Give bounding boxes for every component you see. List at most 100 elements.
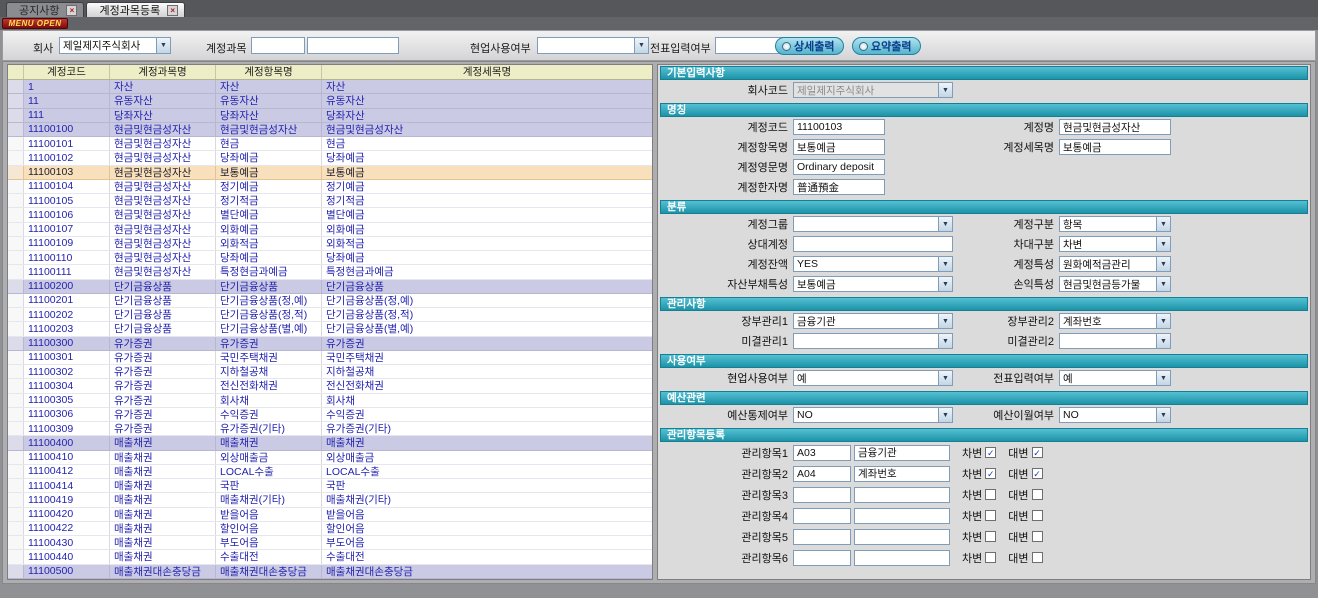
- mgmt-item-name-input[interactable]: [854, 487, 950, 503]
- debit-checkbox[interactable]: [985, 489, 996, 500]
- credit-checkbox[interactable]: ✓: [1032, 468, 1043, 479]
- mgmt-item-name-input[interactable]: [854, 466, 950, 482]
- table-row[interactable]: 11100101현금및현금성자산현금현금: [8, 137, 652, 151]
- table-row[interactable]: 1자산자산자산: [8, 80, 652, 94]
- mgmt-item-code-input[interactable]: [793, 508, 851, 524]
- table-row[interactable]: 11100107현금및현금성자산외화예금외화예금: [8, 223, 652, 237]
- slipinput-select[interactable]: 예▼: [1059, 370, 1171, 386]
- debit-checkbox[interactable]: [985, 531, 996, 542]
- table-row[interactable]: 11100305유가증권회사채회사채: [8, 394, 652, 408]
- trait-select[interactable]: 원화예적금관리▼: [1059, 256, 1171, 272]
- mgmt-item-name-input[interactable]: [854, 550, 950, 566]
- mgmt-item-code-input[interactable]: [793, 466, 851, 482]
- table-row[interactable]: 11100201단기금융상품단기금융상품(정,예)단기금융상품(정,예): [8, 294, 652, 308]
- contra-account-field[interactable]: [793, 236, 953, 252]
- table-row[interactable]: 11100100현금및현금성자산현금및현금성자산현금및현금성자산: [8, 123, 652, 137]
- credit-checkbox[interactable]: ✓: [1032, 447, 1043, 458]
- table-row[interactable]: 11100410매출채권외상매출금외상매출금: [8, 451, 652, 465]
- table-row[interactable]: 11100306유가증권수익증권수익증권: [8, 408, 652, 422]
- table-row[interactable]: 11100110현금및현금성자산당좌예금당좌예금: [8, 251, 652, 265]
- account-detail-field[interactable]: [1059, 139, 1171, 155]
- tab-account-registration[interactable]: 계정과목등록 ×: [86, 2, 185, 17]
- field-use-select[interactable]: ▼: [537, 37, 649, 54]
- mgmt-item-code-input[interactable]: [793, 550, 851, 566]
- mgmt-item-row: 관리항목5차변대변: [660, 526, 1308, 547]
- table-row[interactable]: 11100202단기금융상품단기금융상품(정,적)단기금융상품(정,적): [8, 308, 652, 322]
- table-row[interactable]: 11100500매출채권대손충당금매출채권대손충당금매출채권대손충당금: [8, 565, 652, 579]
- budget-control-select[interactable]: NO▼: [793, 407, 953, 423]
- row-selector: [8, 308, 24, 321]
- mgmt-item-name-input[interactable]: [854, 529, 950, 545]
- mgmt-item-code-input[interactable]: [793, 487, 851, 503]
- account-name-input[interactable]: [307, 37, 399, 54]
- table-row[interactable]: 11100200단기금융상품단기금융상품단기금융상품: [8, 280, 652, 294]
- tab-notice[interactable]: 공지사항 ×: [6, 2, 84, 17]
- table-row[interactable]: 11100412매출채권LOCAL수출LOCAL수출: [8, 465, 652, 479]
- mgmt-item-name-input[interactable]: [854, 508, 950, 524]
- account-gubun-select[interactable]: 항목▼: [1059, 216, 1171, 232]
- detail-print-button[interactable]: 상세출력: [775, 37, 844, 55]
- table-row[interactable]: 11100300유가증권유가증권유가증권: [8, 337, 652, 351]
- mgmt-item-code-input[interactable]: [793, 529, 851, 545]
- credit-checkbox[interactable]: [1032, 552, 1043, 563]
- table-row[interactable]: 11100419매출채권매출채권(기타)매출채권(기타): [8, 493, 652, 507]
- table-row[interactable]: 11유동자산유동자산유동자산: [8, 94, 652, 108]
- table-row[interactable]: 11100430매출채권부도어음부도어음: [8, 536, 652, 550]
- debit-checkbox[interactable]: [985, 552, 996, 563]
- table-row[interactable]: 11100102현금및현금성자산당좌예금당좌예금: [8, 151, 652, 165]
- account-code-field[interactable]: [793, 119, 885, 135]
- debit-checkbox[interactable]: ✓: [985, 447, 996, 458]
- cell-name: 단기금융상품: [110, 294, 216, 307]
- column-header-name[interactable]: 계정과목명: [110, 65, 216, 79]
- pl-trait-select[interactable]: 현금및현금등가물▼: [1059, 276, 1171, 292]
- account-group-select[interactable]: ▼: [793, 216, 953, 232]
- column-header-item[interactable]: 계정항목명: [216, 65, 322, 79]
- account-code-input[interactable]: [251, 37, 305, 54]
- debit-credit-select[interactable]: 차변▼: [1059, 236, 1171, 252]
- menu-open-button[interactable]: MENU OPEN: [2, 18, 68, 29]
- pending1-select[interactable]: ▼: [793, 333, 953, 349]
- summary-print-button[interactable]: 요약출력: [852, 37, 921, 55]
- account-english-field[interactable]: [793, 159, 885, 175]
- pending2-select[interactable]: ▼: [1059, 333, 1171, 349]
- credit-checkbox[interactable]: [1032, 489, 1043, 500]
- table-row[interactable]: 11100304유가증권전신전화채권전신전화채권: [8, 379, 652, 393]
- balance-select[interactable]: YES▼: [793, 256, 953, 272]
- table-row[interactable]: 11100440매출채권수출대전수출대전: [8, 550, 652, 564]
- account-hanja-field[interactable]: [793, 179, 885, 195]
- budget-carry-select[interactable]: NO▼: [1059, 407, 1171, 423]
- table-row[interactable]: 11100309유가증권유가증권(기타)유가증권(기타): [8, 422, 652, 436]
- table-row[interactable]: 111당좌자산당좌자산당좌자산: [8, 109, 652, 123]
- debit-checkbox[interactable]: [985, 510, 996, 521]
- table-row[interactable]: 11100301유가증권국민주택채권국민주택채권: [8, 351, 652, 365]
- table-row[interactable]: 11100420매출채권받을어음받을어음: [8, 508, 652, 522]
- table-row[interactable]: 11100105현금및현금성자산정기적금정기적금: [8, 194, 652, 208]
- table-row[interactable]: 11100302유가증권지하철공채지하철공채: [8, 365, 652, 379]
- table-row[interactable]: 11100111현금및현금성자산특정현금과예금특정현금과예금: [8, 265, 652, 279]
- table-row[interactable]: 11100414매출채권국판국판: [8, 479, 652, 493]
- company-select[interactable]: 제일제지주식회사 ▼: [59, 37, 171, 54]
- column-header-detail[interactable]: 계정세목명: [322, 65, 652, 79]
- column-header-code[interactable]: 계정코드: [24, 65, 110, 79]
- ledger2-select[interactable]: 계좌번호▼: [1059, 313, 1171, 329]
- mgmt-item-code-input[interactable]: [793, 445, 851, 461]
- close-icon[interactable]: ×: [66, 5, 77, 16]
- table-row[interactable]: 11100103현금및현금성자산보통예금보통예금: [8, 166, 652, 180]
- account-item-field[interactable]: [793, 139, 885, 155]
- credit-checkbox[interactable]: [1032, 531, 1043, 542]
- table-row[interactable]: 11100203단기금융상품단기금융상품(별,예)단기금융상품(별,예): [8, 322, 652, 336]
- account-name-field[interactable]: [1059, 119, 1171, 135]
- asset-trait-select[interactable]: 보통예금▼: [793, 276, 953, 292]
- table-row[interactable]: 11100400매출채권매출채권매출채권: [8, 436, 652, 450]
- mgmt-item-name-input[interactable]: [854, 445, 950, 461]
- table-row[interactable]: 11100106현금및현금성자산별단예금별단예금: [8, 208, 652, 222]
- table-row[interactable]: 11100104현금및현금성자산정기예금정기예금: [8, 180, 652, 194]
- close-icon[interactable]: ×: [167, 5, 178, 16]
- credit-checkbox[interactable]: [1032, 510, 1043, 521]
- table-row[interactable]: 11100422매출채권할인어음할인어음: [8, 522, 652, 536]
- cell-code: 11100201: [24, 294, 110, 307]
- fielduse-select[interactable]: 예▼: [793, 370, 953, 386]
- debit-checkbox[interactable]: ✓: [985, 468, 996, 479]
- table-row[interactable]: 11100109현금및현금성자산외화적금외화적금: [8, 237, 652, 251]
- ledger1-select[interactable]: 금융기관▼: [793, 313, 953, 329]
